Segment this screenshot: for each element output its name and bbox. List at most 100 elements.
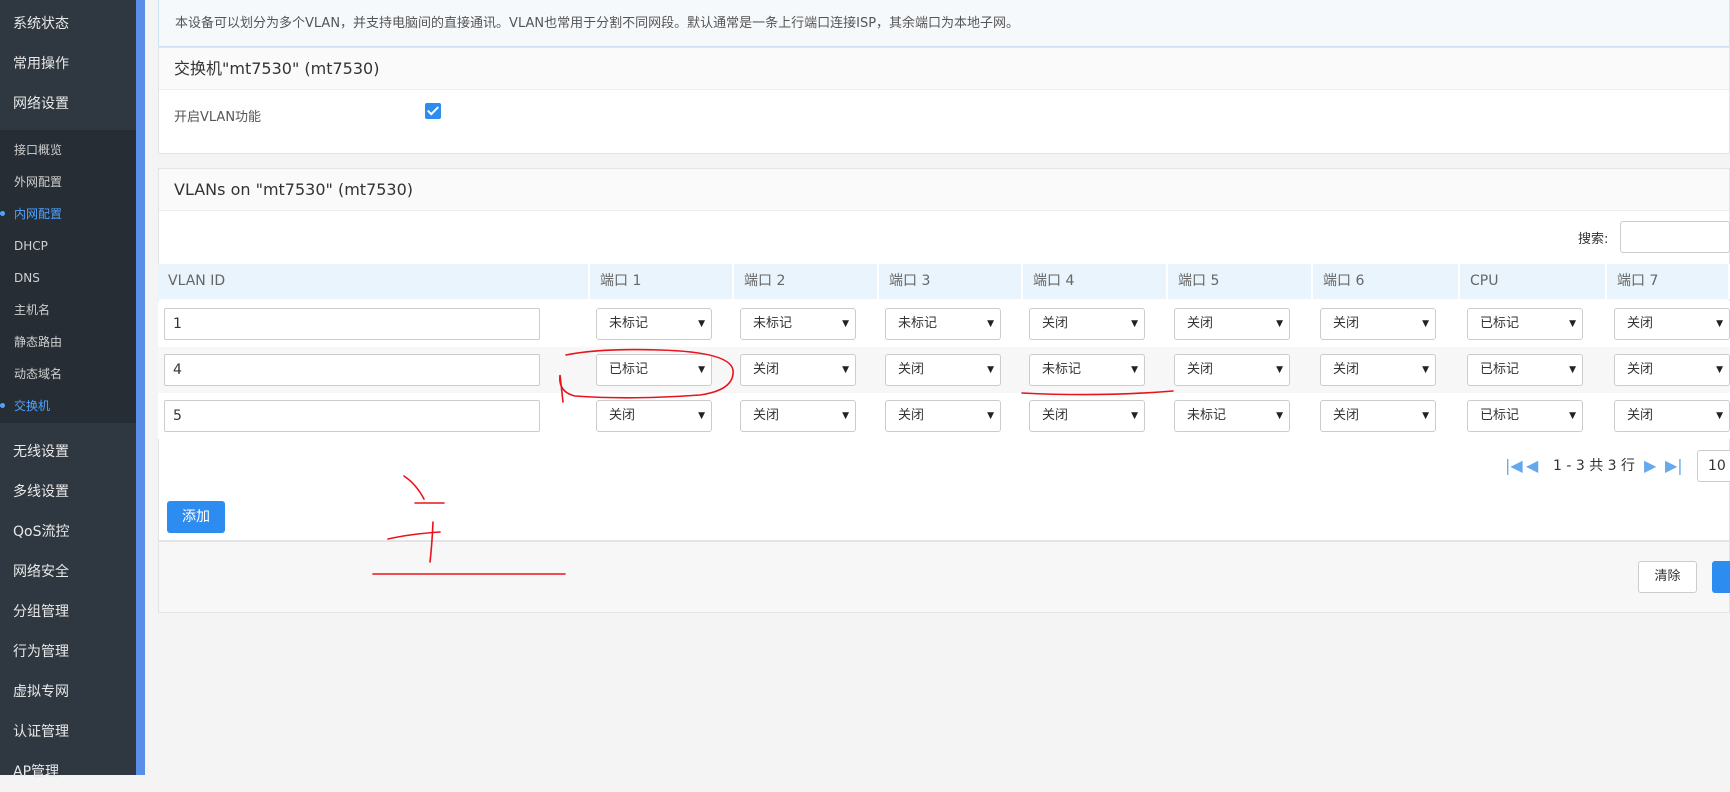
- caret-down-icon: ▼: [698, 319, 705, 329]
- first-page-icon[interactable]: |◀: [1505, 455, 1523, 477]
- subnav-item-static-routes[interactable]: 静态路由: [0, 326, 136, 358]
- switch-panel: 交换机"mt7530" (mt7530) 开启VLAN功能: [158, 47, 1730, 154]
- port-1-select[interactable]: 已标记 ▼: [596, 354, 712, 386]
- caret-down-icon: ▼: [1131, 365, 1138, 375]
- nav-item-network-settings[interactable]: 网络设置: [0, 84, 136, 124]
- port-7-select[interactable]: 关闭 ▼: [1614, 308, 1730, 340]
- subnav-item-switch[interactable]: 交换机: [0, 390, 136, 422]
- port-2-select[interactable]: 关闭 ▼: [740, 354, 856, 386]
- search-input[interactable]: [1620, 221, 1730, 253]
- caret-down-icon: ▼: [1716, 411, 1723, 421]
- port-6-select[interactable]: 关闭 ▼: [1320, 308, 1436, 340]
- vlan-id-input[interactable]: 1: [164, 308, 540, 340]
- port-3-select[interactable]: 关闭 ▼: [885, 400, 1001, 432]
- column-header-vlan-id[interactable]: VLAN ID: [158, 264, 590, 299]
- port-6-select[interactable]: 关闭 ▼: [1320, 400, 1436, 432]
- nav-item-multiwan[interactable]: 多线设置: [0, 472, 136, 512]
- caret-down-icon: ▼: [987, 319, 994, 329]
- port-7-select[interactable]: 关闭 ▼: [1614, 354, 1730, 386]
- active-dot-icon: [0, 211, 5, 216]
- enable-vlan-label: 开启VLAN功能: [174, 110, 262, 125]
- nav-item-system-status[interactable]: 系统状态: [0, 4, 136, 44]
- vlan-panel-title: VLANs on "mt7530" (mt7530): [159, 169, 1729, 211]
- subnav-item-interfaces[interactable]: 接口概览: [0, 134, 136, 166]
- vlan-id-input[interactable]: 4: [164, 354, 540, 386]
- caret-down-icon: ▼: [1569, 365, 1576, 375]
- port-5-select[interactable]: 未标记 ▼: [1174, 400, 1290, 432]
- caret-down-icon: ▼: [1131, 411, 1138, 421]
- column-header-port-2[interactable]: 端口 2: [734, 264, 879, 299]
- port-7-select[interactable]: 关闭 ▼: [1614, 400, 1730, 432]
- port-4-select[interactable]: 关闭 ▼: [1029, 308, 1145, 340]
- next-page-icon[interactable]: ▶: [1644, 455, 1656, 477]
- port-2-select[interactable]: 未标记 ▼: [740, 308, 856, 340]
- caret-down-icon: ▼: [1422, 319, 1429, 329]
- port-3-select[interactable]: 关闭 ▼: [885, 354, 1001, 386]
- nav-item-common-ops[interactable]: 常用操作: [0, 44, 136, 84]
- column-header-port-3[interactable]: 端口 3: [879, 264, 1023, 299]
- nav-item-vpn[interactable]: 虚拟专网: [0, 672, 136, 712]
- caret-down-icon: ▼: [1422, 365, 1429, 375]
- cpu-select[interactable]: 已标记 ▼: [1467, 400, 1583, 432]
- subnav-item-hostname[interactable]: 主机名: [0, 294, 136, 326]
- switch-panel-title: 交换机"mt7530" (mt7530): [159, 48, 1729, 90]
- port-4-select[interactable]: 关闭 ▼: [1029, 400, 1145, 432]
- caret-down-icon: ▼: [987, 411, 994, 421]
- caret-down-icon: ▼: [1276, 319, 1283, 329]
- column-header-cpu[interactable]: CPU: [1460, 264, 1607, 299]
- cpu-select[interactable]: 已标记 ▼: [1467, 308, 1583, 340]
- subnav-item-wan[interactable]: 外网配置: [0, 166, 136, 198]
- nav-item-wireless[interactable]: 无线设置: [0, 432, 136, 472]
- port-5-select[interactable]: 关闭 ▼: [1174, 308, 1290, 340]
- port-3-select[interactable]: 未标记 ▼: [885, 308, 1001, 340]
- caret-down-icon: ▼: [1131, 319, 1138, 329]
- port-1-select[interactable]: 未标记 ▼: [596, 308, 712, 340]
- intro-description: 本设备可以划分为多个VLAN，并支持电脑间的直接通讯。VLAN也常用于分割不同网…: [158, 0, 1730, 47]
- subnav-item-ddns[interactable]: 动态域名: [0, 358, 136, 390]
- caret-down-icon: ▼: [1422, 411, 1429, 421]
- column-header-port-5[interactable]: 端口 5: [1168, 264, 1313, 299]
- nav-item-qos[interactable]: QoS流控: [0, 512, 136, 552]
- nav-item-auth[interactable]: 认证管理: [0, 712, 136, 752]
- nav-item-behavior[interactable]: 行为管理: [0, 632, 136, 672]
- port-5-select[interactable]: 关闭 ▼: [1174, 354, 1290, 386]
- pagination-info: 1 - 3 共 3 行: [1553, 458, 1636, 474]
- last-page-icon[interactable]: ▶|: [1665, 455, 1683, 477]
- port-1-select[interactable]: 关闭 ▼: [596, 400, 712, 432]
- page-size-select[interactable]: 10: [1697, 450, 1730, 482]
- search-label: 搜索:: [1578, 232, 1609, 247]
- caret-down-icon: ▼: [842, 365, 849, 375]
- port-2-select[interactable]: 关闭 ▼: [740, 400, 856, 432]
- column-header-port-6[interactable]: 端口 6: [1313, 264, 1460, 299]
- caret-down-icon: ▼: [1569, 411, 1576, 421]
- action-bar: [158, 541, 1730, 613]
- add-vlan-button[interactable]: 添加: [167, 501, 225, 533]
- save-button[interactable]: [1712, 561, 1730, 593]
- subnav-item-lan[interactable]: 内网配置: [0, 198, 136, 230]
- column-header-port-1[interactable]: 端口 1: [590, 264, 734, 299]
- caret-down-icon: ▼: [698, 411, 705, 421]
- nav-item-groups[interactable]: 分组管理: [0, 592, 136, 632]
- cpu-select[interactable]: 已标记 ▼: [1467, 354, 1583, 386]
- caret-down-icon: ▼: [1276, 365, 1283, 375]
- caret-down-icon: ▼: [1716, 365, 1723, 375]
- port-6-select[interactable]: 关闭 ▼: [1320, 354, 1436, 386]
- subnav-item-dhcp[interactable]: DHCP: [0, 230, 136, 262]
- enable-vlan-checkbox[interactable]: [425, 103, 441, 119]
- clear-button[interactable]: 清除: [1638, 561, 1697, 593]
- sidebar-accent-bar: [136, 0, 145, 775]
- port-4-select[interactable]: 未标记 ▼: [1029, 354, 1145, 386]
- caret-down-icon: ▼: [842, 319, 849, 329]
- column-header-port-7[interactable]: 端口 7: [1607, 264, 1730, 299]
- nav-item-security[interactable]: 网络安全: [0, 552, 136, 592]
- prev-page-icon[interactable]: ◀: [1526, 455, 1538, 477]
- nav-item-ap[interactable]: AP管理: [0, 752, 136, 792]
- vlan-id-input[interactable]: 5: [164, 400, 540, 432]
- caret-down-icon: ▼: [1569, 319, 1576, 329]
- active-dot-icon: [0, 403, 5, 408]
- caret-down-icon: ▼: [1276, 411, 1283, 421]
- caret-down-icon: ▼: [842, 411, 849, 421]
- column-header-port-4[interactable]: 端口 4: [1023, 264, 1168, 299]
- caret-down-icon: ▼: [1716, 319, 1723, 329]
- subnav-item-dns[interactable]: DNS: [0, 262, 136, 294]
